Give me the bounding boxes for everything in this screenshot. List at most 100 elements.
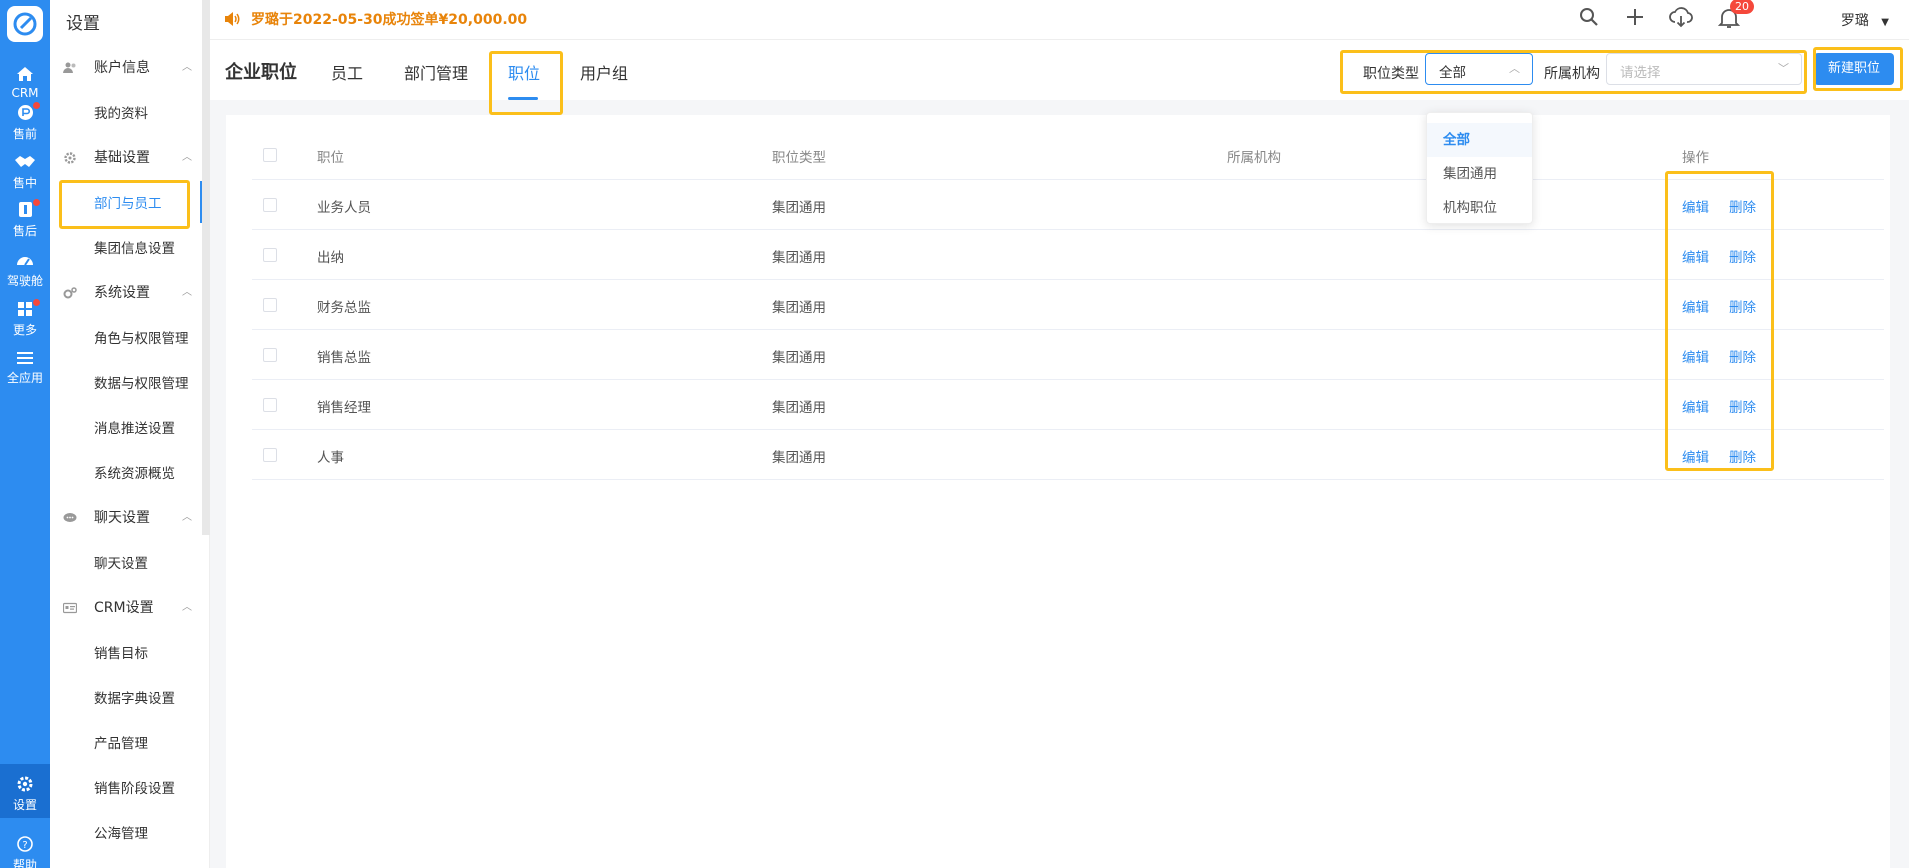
edit-link[interactable]: 编辑 (1682, 246, 1709, 266)
tab-positions[interactable]: 职位 (508, 60, 540, 84)
column-header: 职位类型 (772, 150, 826, 166)
rail-item-settings[interactable]: 设置 (0, 764, 50, 818)
rail-item-all-apps[interactable]: 全应用 (0, 351, 50, 386)
delete-link[interactable]: 删除 (1729, 246, 1756, 266)
sidebar-title: 设置 (66, 14, 100, 34)
position-name: 销售总监 (317, 350, 371, 366)
position-name: 销售经理 (317, 400, 371, 416)
rail-item-presale[interactable]: 售前 (0, 102, 50, 142)
sidebar-item-data-dictionary[interactable]: 数据字典设置 (94, 684, 175, 714)
sidebar-group-label: 账户信息 (94, 60, 150, 76)
rail-item-cockpit[interactable]: 驾驶舱 (0, 252, 50, 289)
position-name: 出纳 (317, 250, 344, 266)
row-checkbox[interactable] (263, 348, 277, 362)
user-menu[interactable]: 罗璐 ▼ (1841, 10, 1889, 30)
top-bar: 罗璐于2022-05-30成功签单¥20,000.00 20 罗璐 ▼ (210, 0, 1909, 40)
org-select[interactable]: 请选择 ﹀ (1606, 53, 1802, 85)
positions-table: 职位 职位类型 所属机构 操作 业务人员 集团通用 编辑 删除 出纳 集团通用 … (252, 130, 1884, 480)
aftersale-icon (18, 202, 32, 217)
notifications[interactable]: 20 (1717, 0, 1754, 33)
rail-label: 全应用 (6, 371, 43, 385)
tab-bar: 企业职位 员工 部门管理 职位 用户组 职位类型 全部 ︿ 所属机构 请选择 ﹀… (210, 40, 1909, 100)
chevron-up-icon: ︿ (182, 62, 192, 73)
sidebar-item-public-pool[interactable]: 公海管理 (94, 819, 148, 849)
delete-link[interactable]: 删除 (1729, 346, 1756, 366)
row-checkbox[interactable] (263, 298, 277, 312)
tab-employees[interactable]: 员工 (331, 60, 363, 84)
sidebar-item-sales-target[interactable]: 销售目标 (94, 639, 148, 669)
rail-label: 售中 (12, 176, 37, 190)
sidebar-group-label: 系统设置 (94, 285, 150, 301)
dropdown-option-all[interactable]: 全部 (1427, 123, 1532, 157)
sidebar-item-resource-overview[interactable]: 系统资源概览 (94, 459, 175, 489)
dropdown-option-org-position[interactable]: 机构职位 (1427, 191, 1532, 225)
delete-link[interactable]: 删除 (1729, 446, 1756, 466)
edit-link[interactable]: 编辑 (1682, 296, 1709, 316)
sidebar-group-crm[interactable]: CRM设置 ︿ (50, 593, 210, 623)
edit-link[interactable]: 编辑 (1682, 396, 1709, 416)
position-name: 财务总监 (317, 300, 371, 316)
app-logo[interactable] (7, 6, 43, 42)
row-checkbox[interactable] (263, 448, 277, 462)
sidebar-item-my-profile[interactable]: 我的资料 (94, 99, 148, 129)
sidebar-group-account[interactable]: 账户信息 ︿ (50, 53, 210, 83)
position-type-dropdown: 全部 集团通用 机构职位 (1426, 112, 1533, 224)
cloud-download-icon[interactable] (1669, 7, 1693, 29)
sidebar-item-chat-settings[interactable]: 聊天设置 (94, 549, 148, 579)
row-checkbox[interactable] (263, 398, 277, 412)
tab-user-groups[interactable]: 用户组 (580, 60, 628, 84)
sidebar-item-data-permissions[interactable]: 数据与权限管理 (94, 369, 189, 399)
rail-label: 更多 (12, 323, 37, 337)
select-all-checkbox[interactable] (263, 148, 277, 162)
sidebar-item-dept-employees[interactable]: 部门与员工 (94, 189, 162, 219)
sidebar-group-system[interactable]: 系统设置 ︿ (50, 278, 210, 308)
column-header: 职位 (317, 150, 344, 166)
column-header: 操作 (1682, 150, 1709, 166)
sidebar-item-group-info[interactable]: 集团信息设置 (94, 234, 175, 264)
table-header: 职位 职位类型 所属机构 操作 (252, 130, 1884, 180)
announcement[interactable]: 罗璐于2022-05-30成功签单¥20,000.00 (224, 9, 527, 29)
org-label: 所属机构 (1544, 66, 1600, 82)
add-icon[interactable] (1625, 7, 1645, 27)
edit-link[interactable]: 编辑 (1682, 446, 1709, 466)
rail-item-more[interactable]: 更多 (0, 299, 50, 338)
search-icon[interactable] (1579, 7, 1599, 27)
rail-item-crm[interactable]: CRM (0, 66, 50, 100)
rail-item-aftersale[interactable]: 售后 (0, 199, 50, 239)
edit-link[interactable]: 编辑 (1682, 196, 1709, 216)
delete-link[interactable]: 删除 (1729, 196, 1756, 216)
sidebar-group-chat[interactable]: 聊天设置 ︿ (50, 503, 210, 533)
settings-sidebar: 设置 账户信息 ︿ 我的资料 基础设置 ︿ 部门与员工 集团信息设置 系统设置 … (50, 0, 210, 868)
handshake-icon (15, 156, 35, 167)
sidebar-scrollbar[interactable] (202, 0, 210, 535)
rail-label: 驾驶舱 (6, 274, 43, 288)
active-tab-underline (508, 97, 538, 100)
gear-icon (64, 152, 76, 164)
edit-link[interactable]: 编辑 (1682, 346, 1709, 366)
row-checkbox[interactable] (263, 248, 277, 262)
sidebar-item-sales-stage[interactable]: 销售阶段设置 (94, 774, 175, 804)
chevron-up-icon: ︿ (182, 152, 192, 163)
delete-link[interactable]: 删除 (1729, 296, 1756, 316)
rail-item-insale[interactable]: 售中 (0, 154, 50, 191)
row-checkbox[interactable] (263, 198, 277, 212)
sidebar-item-push-settings[interactable]: 消息推送设置 (94, 414, 175, 444)
sidebar-item-roles[interactable]: 角色与权限管理 (94, 324, 189, 354)
column-header: 所属机构 (1227, 150, 1281, 166)
help-icon: ? (17, 836, 33, 852)
sidebar-group-basic[interactable]: 基础设置 ︿ (50, 143, 210, 173)
rail-item-help[interactable]: ? 帮助 (0, 836, 50, 868)
sidebar-item-product-management[interactable]: 产品管理 (94, 729, 148, 759)
sidebar-group-label: 聊天设置 (94, 510, 150, 526)
position-type-label: 职位类型 (1363, 66, 1419, 82)
dropdown-option-group-general[interactable]: 集团通用 (1427, 157, 1532, 191)
new-position-button[interactable]: 新建职位 (1814, 53, 1894, 85)
position-type-select[interactable]: 全部 ︿ (1425, 53, 1533, 85)
caret-down-icon: ▼ (1881, 17, 1889, 28)
delete-link[interactable]: 删除 (1729, 396, 1756, 416)
tab-departments[interactable]: 部门管理 (404, 60, 468, 84)
notification-dot (33, 199, 40, 206)
rail-label: CRM (11, 86, 39, 100)
position-type: 集团通用 (772, 300, 826, 316)
position-type: 集团通用 (772, 200, 826, 216)
